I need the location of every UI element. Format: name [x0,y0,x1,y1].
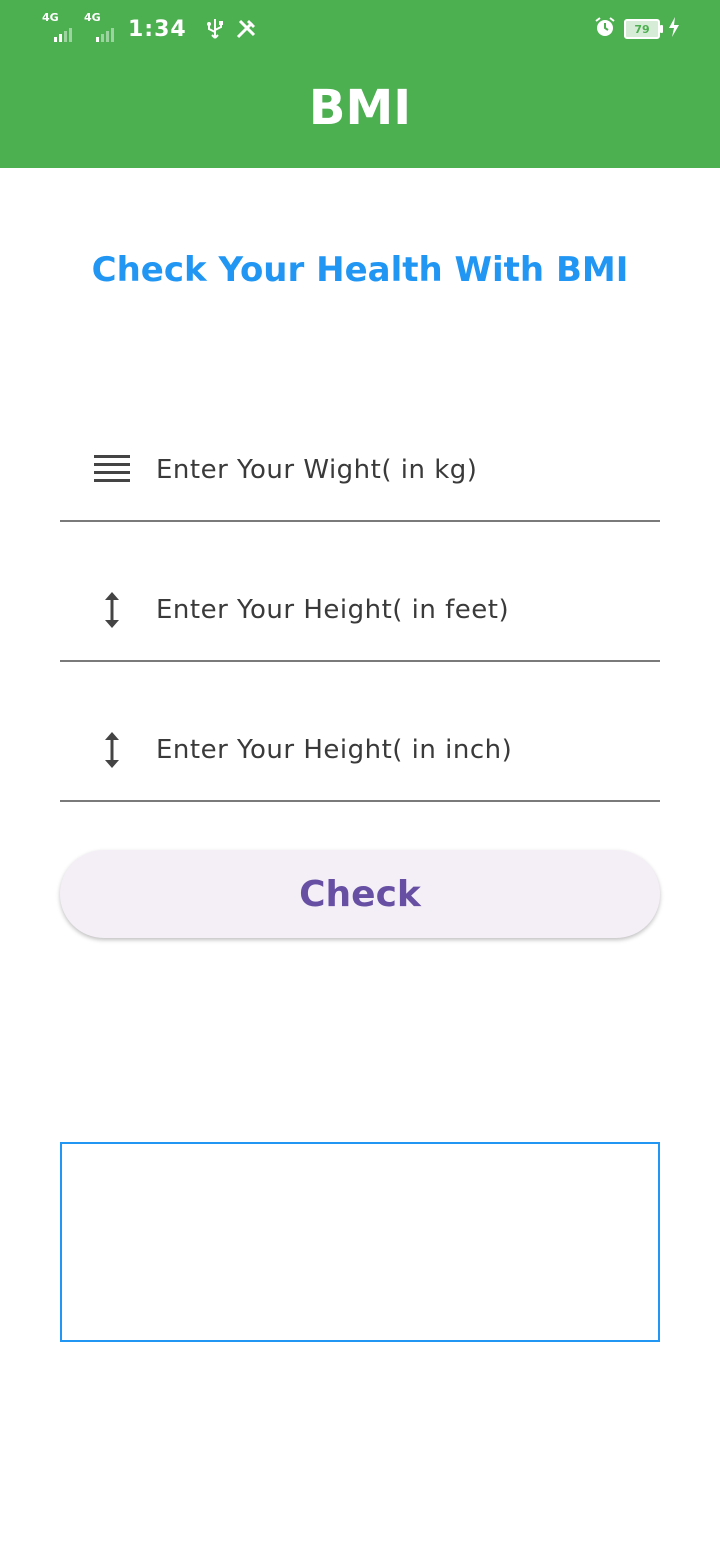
alarm-icon [594,16,616,42]
height-inch-placeholder: Enter Your Height( in inch) [156,735,513,765]
result-box [60,1142,660,1342]
network-type-1: 4G [42,11,59,24]
status-time: 1:34 [128,16,187,42]
battery-icon: 79 [624,19,663,39]
vertical-arrows-icon [88,730,136,770]
network-type-2: 4G [84,11,101,24]
vertical-arrows-icon [88,590,136,630]
tools-icon [235,18,257,40]
page-heading: Check Your Health With BMI [91,250,629,290]
battery-level: 79 [634,22,650,36]
usb-icon [205,18,225,40]
charging-icon [668,17,680,41]
app-bar: 4G 4G 1:34 79 BMI [0,0,720,168]
status-bar: 4G 4G 1:34 79 [0,0,720,56]
signal-1-icon: 4G [42,12,72,42]
height-inch-input[interactable]: Enter Your Height( in inch) [60,700,660,802]
weight-input[interactable]: Enter Your Wight( in kg) [60,420,660,522]
weight-placeholder: Enter Your Wight( in kg) [156,455,478,485]
height-feet-placeholder: Enter Your Height( in feet) [156,595,510,625]
height-feet-input[interactable]: Enter Your Height( in feet) [60,560,660,662]
signal-2-icon: 4G [84,12,114,42]
menu-lines-icon [88,450,136,490]
check-button[interactable]: Check [60,850,660,938]
app-title: BMI [308,80,412,136]
